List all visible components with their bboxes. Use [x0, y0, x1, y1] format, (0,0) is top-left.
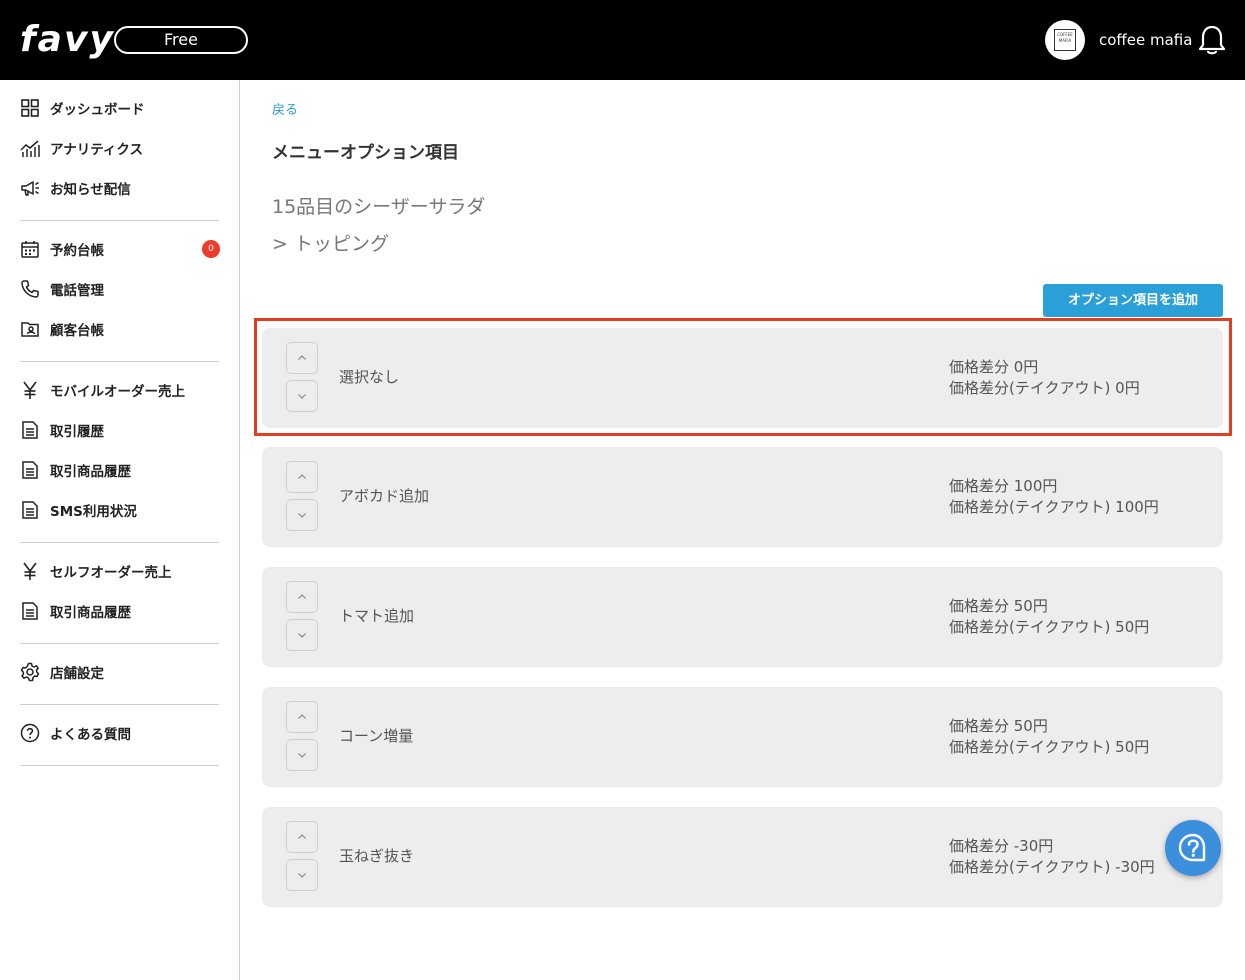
help-chat-button[interactable] [1165, 820, 1221, 876]
megaphone-icon [20, 178, 40, 198]
option-name: トマト追加 [339, 607, 415, 625]
sidebar-item-label: モバイルオーダー売上 [50, 384, 185, 400]
sidebar-item-self-product-transactions[interactable]: 取引商品履歴 [20, 599, 220, 623]
document-icon [20, 500, 40, 520]
option-item-card[interactable]: 玉ねぎ抜き 価格差分 -30円 価格差分(テイクアウト) -30円 [262, 807, 1223, 907]
takeout-price-difference: 価格差分(テイクアウト) 50円 [949, 618, 1150, 636]
chevron-up-icon [298, 474, 306, 479]
contact-card-icon [20, 319, 40, 339]
sidebar-divider [20, 220, 219, 221]
option-name: アボカド追加 [339, 487, 430, 505]
sidebar-item-label: お知らせ配信 [50, 182, 131, 198]
sidebar-item-mobile-order-sales[interactable]: モバイルオーダー売上 [20, 378, 220, 402]
move-up-button[interactable] [286, 461, 318, 493]
sidebar-divider [20, 704, 219, 705]
sidebar-item-notices[interactable]: お知らせ配信 [20, 176, 220, 200]
store-avatar[interactable]: COFFEE MAFIA [1045, 20, 1085, 60]
move-up-button[interactable] [286, 581, 318, 613]
option-group-name: > トッピング [272, 233, 389, 255]
yen-icon [20, 561, 40, 581]
option-item-card[interactable]: コーン増量 価格差分 50円 価格差分(テイクアウト) 50円 [262, 687, 1223, 787]
calendar-icon [20, 239, 40, 259]
option-name: コーン増量 [339, 727, 414, 745]
document-icon [20, 601, 40, 621]
chevron-down-icon [298, 513, 306, 518]
bell-icon[interactable] [1198, 24, 1226, 56]
price-difference: 価格差分 50円 [949, 597, 1048, 615]
sidebar-item-dashboard[interactable]: ダッシュボード [20, 96, 220, 120]
sidebar-item-label: よくある質問 [50, 727, 131, 743]
sidebar-divider [20, 361, 219, 362]
highlight-box [254, 318, 1232, 436]
move-down-button[interactable] [286, 739, 318, 771]
question-icon [20, 723, 40, 743]
phone-icon [20, 279, 40, 299]
sidebar-item-label: ダッシュボード [50, 102, 145, 118]
grid-icon [20, 98, 40, 118]
option-item-card[interactable]: トマト追加 価格差分 50円 価格差分(テイクアウト) 50円 [262, 567, 1223, 667]
chevron-up-icon [298, 834, 306, 839]
document-icon [20, 420, 40, 440]
takeout-price-difference: 価格差分(テイクアウト) 100円 [949, 498, 1159, 516]
back-link[interactable]: 戻る [272, 99, 298, 118]
favy-logo[interactable]: favy [20, 18, 115, 62]
page-title: メニューオプション項目 [272, 143, 459, 163]
chevron-up-icon [298, 594, 306, 599]
chevron-down-icon [298, 633, 306, 638]
sidebar-item-label: セルフオーダー売上 [50, 565, 172, 581]
sidebar-item-product-transactions[interactable]: 取引商品履歴 [20, 458, 220, 482]
price-difference: 価格差分 100円 [949, 477, 1058, 495]
sidebar-item-self-order-sales[interactable]: セルフオーダー売上 [20, 559, 220, 583]
sidebar-item-label: 予約台帳 [50, 243, 104, 259]
chevron-up-icon [298, 714, 306, 719]
sidebar-item-phone[interactable]: 電話管理 [20, 277, 220, 301]
chevron-down-icon [298, 873, 306, 878]
add-option-item-button[interactable]: オプション項目を追加 [1043, 284, 1223, 317]
price-difference: 価格差分 -30円 [949, 837, 1054, 855]
chevron-down-icon [298, 753, 306, 758]
document-icon [20, 460, 40, 480]
sidebar-item-label: 顧客台帳 [50, 323, 104, 339]
sidebar-item-transactions[interactable]: 取引履歴 [20, 418, 220, 442]
sidebar-item-analytics[interactable]: アナリティクス [20, 136, 220, 160]
option-name: 玉ねぎ抜き [339, 847, 415, 865]
sidebar-item-label: 取引商品履歴 [50, 605, 131, 621]
option-item-card[interactable]: アボカド追加 価格差分 100円 価格差分(テイクアウト) 100円 [262, 447, 1223, 547]
sidebar-item-faq[interactable]: よくある質問 [20, 721, 220, 745]
sidebar-item-label: 電話管理 [50, 283, 104, 299]
help-question-icon [1178, 833, 1206, 862]
move-down-button[interactable] [286, 499, 318, 531]
gear-icon [20, 662, 40, 682]
sidebar-divider [20, 765, 219, 766]
store-logo-icon: COFFEE MAFIA [1054, 29, 1076, 51]
sidebar [0, 80, 240, 980]
analytics-icon [20, 138, 40, 158]
move-down-button[interactable] [286, 859, 318, 891]
notification-badge: 0 [202, 240, 220, 258]
sidebar-item-reservations[interactable]: 予約台帳 0 [20, 237, 220, 261]
plan-badge[interactable]: Free [114, 26, 248, 54]
move-up-button[interactable] [286, 701, 318, 733]
sidebar-item-label: SMS利用状況 [50, 504, 137, 520]
sidebar-item-sms-usage[interactable]: SMS利用状況 [20, 498, 220, 522]
sidebar-divider [20, 542, 219, 543]
sidebar-item-label: 店舗設定 [50, 666, 104, 682]
takeout-price-difference: 価格差分(テイクアウト) 50円 [949, 738, 1150, 756]
top-bar: favy Free COFFEE MAFIA coffee mafia [0, 0, 1245, 80]
sidebar-item-label: 取引履歴 [50, 424, 104, 440]
sidebar-item-store-settings[interactable]: 店舗設定 [20, 660, 220, 684]
menu-item-name: 15品目のシーザーサラダ [272, 196, 486, 218]
store-name[interactable]: coffee mafia [1099, 29, 1192, 51]
yen-icon [20, 380, 40, 400]
sidebar-item-label: アナリティクス [50, 142, 144, 158]
sidebar-item-label: 取引商品履歴 [50, 464, 131, 480]
sidebar-divider [20, 643, 219, 644]
price-difference: 価格差分 50円 [949, 717, 1048, 735]
takeout-price-difference: 価格差分(テイクアウト) -30円 [949, 858, 1155, 876]
move-up-button[interactable] [286, 821, 318, 853]
move-down-button[interactable] [286, 619, 318, 651]
sidebar-item-customers[interactable]: 顧客台帳 [20, 317, 220, 341]
